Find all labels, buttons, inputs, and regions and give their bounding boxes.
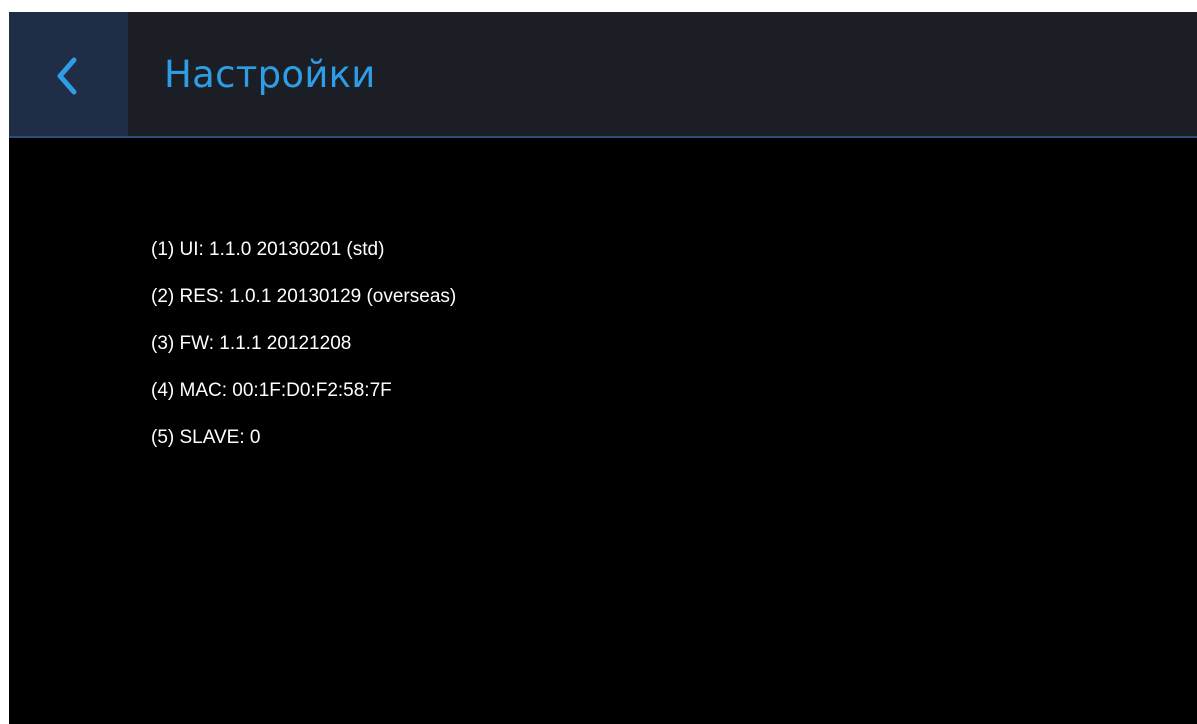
settings-screen: Настройки (1) UI: 1.1.0 20130201 (std) (… [9,12,1197,724]
header-bar: Настройки [9,12,1197,138]
info-ui-version: (1) UI: 1.1.0 20130201 (std) [151,239,385,260]
info-res-version: (2) RES: 1.0.1 20130129 (overseas) [151,286,457,307]
info-mac-address: (4) MAC: 00:1F:D0:F2:58:7F [151,380,392,401]
back-button[interactable] [9,12,128,136]
page-title: Настройки [164,53,376,96]
version-info-list: (1) UI: 1.1.0 20130201 (std) (2) RES: 1.… [151,235,456,470]
info-fw-version: (3) FW: 1.1.1 20121208 [151,333,352,354]
chevron-left-icon [57,57,77,95]
info-slave: (5) SLAVE: 0 [151,427,261,448]
